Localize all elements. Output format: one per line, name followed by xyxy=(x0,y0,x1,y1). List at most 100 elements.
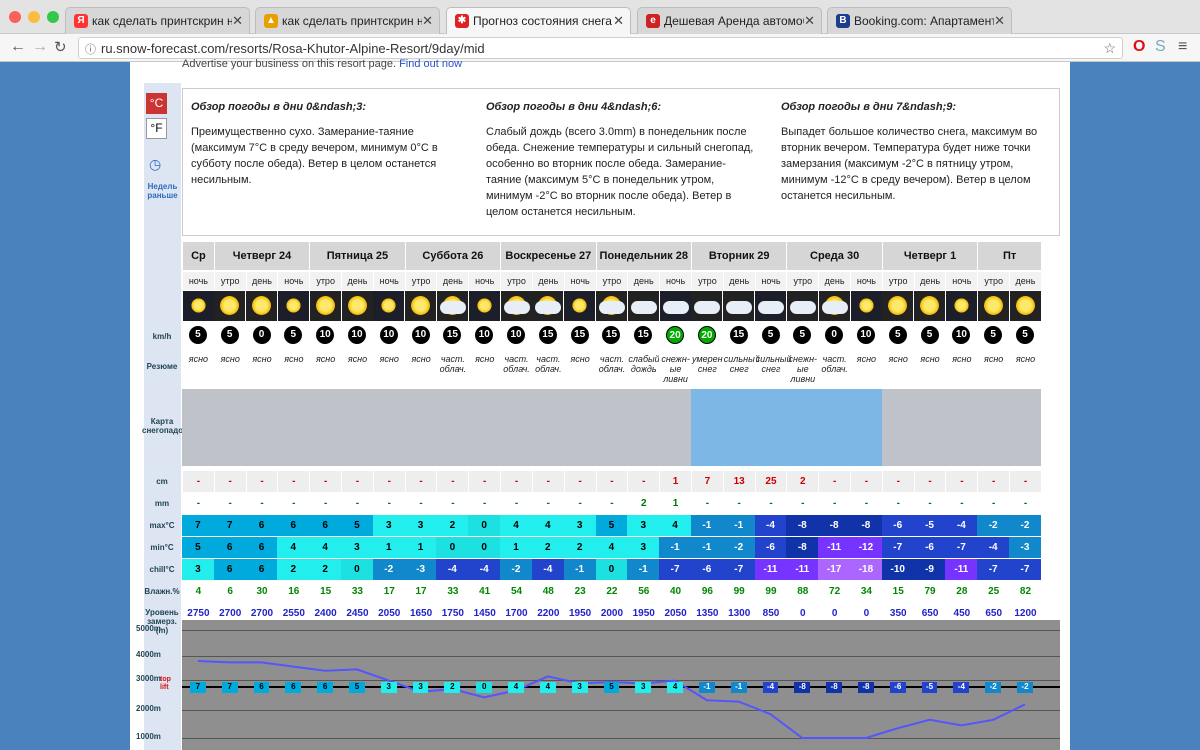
browser-tab[interactable]: ✱ Прогноз состояния снега и п✕ xyxy=(446,7,631,34)
summary-cell: ясно xyxy=(850,350,882,386)
row-label: max°C xyxy=(149,521,175,530)
snow-map[interactable] xyxy=(404,389,437,466)
snow-map[interactable] xyxy=(659,389,691,466)
period-label: день xyxy=(1009,272,1041,290)
sun-icon xyxy=(888,296,908,315)
rain-cell: - xyxy=(468,493,500,514)
minimize-window-icon[interactable] xyxy=(28,11,40,23)
snow-map[interactable] xyxy=(818,389,851,466)
top-lift-temp: 4 xyxy=(508,682,524,693)
snow-map[interactable] xyxy=(595,389,628,466)
bookmark-star-icon[interactable]: ☆ xyxy=(1103,40,1116,57)
sun-icon xyxy=(220,296,240,315)
tab-close-icon[interactable]: ✕ xyxy=(232,13,243,29)
snow-map[interactable] xyxy=(977,389,1010,466)
browser-tab[interactable]: B Booking.com: Апартаменты А✕ xyxy=(827,7,1012,34)
row-label: Влажн.% xyxy=(144,587,180,596)
back-icon[interactable]: ← xyxy=(10,38,26,56)
opera-icon[interactable]: O xyxy=(1133,38,1145,56)
summary-title: Обзор погоды в дни 0&ndash;3: xyxy=(191,101,367,113)
snow-map[interactable] xyxy=(245,389,278,466)
summary-cell: ясно xyxy=(309,350,341,386)
snow-map[interactable] xyxy=(945,389,978,466)
humidity-cell: 23 xyxy=(563,581,596,602)
snow-map[interactable] xyxy=(722,389,755,466)
snow-map[interactable] xyxy=(277,389,310,466)
snow-map[interactable] xyxy=(786,389,819,466)
min-temp-cell: 4 xyxy=(277,537,310,558)
reload-icon[interactable]: ↻ xyxy=(54,38,67,56)
max-temp-cell: -4 xyxy=(945,515,978,536)
top-lift-temp: 5 xyxy=(603,682,620,693)
humidity-cell: 4 xyxy=(182,581,214,602)
snow-cell: - xyxy=(245,471,278,492)
tab-close-icon[interactable]: ✕ xyxy=(422,13,433,29)
min-temp-cell: 5 xyxy=(182,537,214,558)
snow-cell: 13 xyxy=(722,471,755,492)
tab-favicon-icon: B xyxy=(836,14,850,28)
advert-link[interactable]: Find out now xyxy=(399,58,462,70)
day-header: Понедельник 28 xyxy=(595,242,691,270)
min-temp-cell: -11 xyxy=(818,537,851,558)
snow-map[interactable] xyxy=(627,389,660,466)
snow-map[interactable] xyxy=(881,389,914,466)
top-lift-temp: -8 xyxy=(826,682,843,693)
summary-cell: ясно xyxy=(213,350,246,386)
wind-icon: 0 xyxy=(252,326,271,344)
snow-map[interactable] xyxy=(754,389,787,466)
tab-favicon-icon: ▲ xyxy=(264,14,278,28)
snow-map[interactable] xyxy=(500,389,532,466)
summary-cell: ясно xyxy=(468,350,500,386)
cloud-icon xyxy=(821,301,848,314)
weather-icon xyxy=(627,291,659,321)
snow-map[interactable] xyxy=(182,389,214,466)
snow-map[interactable] xyxy=(563,389,596,466)
clock-icon[interactable]: ◷ xyxy=(149,156,161,173)
tab-close-icon[interactable]: ✕ xyxy=(994,13,1005,29)
browser-tab[interactable]: Якак сделать принтскрин на м✕ xyxy=(65,7,250,34)
chill-temp-cell: -2 xyxy=(500,559,532,580)
min-temp-cell: -6 xyxy=(754,537,787,558)
tab-close-icon[interactable]: ✕ xyxy=(613,13,624,29)
humidity-cell: 17 xyxy=(404,581,437,602)
forward-icon[interactable]: → xyxy=(32,38,48,56)
snow-map[interactable] xyxy=(850,389,882,466)
snow-map[interactable] xyxy=(341,389,373,466)
weather-icon xyxy=(468,291,500,321)
snow-map[interactable] xyxy=(436,389,469,466)
info-icon[interactable]: ⓘ xyxy=(85,41,96,57)
snow-map[interactable] xyxy=(213,389,246,466)
snow-map[interactable] xyxy=(468,389,501,466)
snow-cell: - xyxy=(182,471,214,492)
snow-map[interactable] xyxy=(913,389,946,466)
menu-icon[interactable]: ≡ xyxy=(1178,38,1187,56)
wind-icon: 10 xyxy=(411,326,430,344)
snow-map[interactable] xyxy=(372,389,405,466)
celsius-toggle[interactable]: °C xyxy=(146,93,167,114)
period-label: день xyxy=(913,272,946,290)
snow-map[interactable] xyxy=(1009,389,1041,466)
skype-icon[interactable]: S xyxy=(1155,38,1166,56)
fahrenheit-toggle[interactable]: °F xyxy=(146,118,167,139)
close-window-icon[interactable] xyxy=(9,11,21,23)
snow-map[interactable] xyxy=(309,389,342,466)
snow-map[interactable] xyxy=(690,389,723,466)
chill-temp-cell: -17 xyxy=(818,559,851,580)
altitude-label: 1000m xyxy=(136,732,161,741)
chill-temp-cell: -4 xyxy=(531,559,564,580)
max-temp-cell: -1 xyxy=(690,515,723,536)
snow-map[interactable] xyxy=(531,389,564,466)
browser-tab[interactable]: e Дешевая Аренда автомобил✕ xyxy=(637,7,822,34)
wind-icon: 15 xyxy=(602,326,621,344)
address-bar[interactable]: ⓘ ru.snow-forecast.com/resorts/Rosa-Khuto… xyxy=(78,37,1123,59)
summary-cell: ясно xyxy=(913,350,946,386)
previous-weeks-link[interactable]: Недель раньше xyxy=(144,182,181,200)
wind-icon: 10 xyxy=(316,326,335,344)
min-temp-cell: 4 xyxy=(595,537,628,558)
zoom-window-icon[interactable] xyxy=(47,11,59,23)
weather-icon xyxy=(532,291,564,321)
browser-tab[interactable]: ▲ как сделать принтскрин на м✕ xyxy=(255,7,440,34)
tab-close-icon[interactable]: ✕ xyxy=(804,13,815,29)
summary-cell: част. облач. xyxy=(595,350,628,386)
chill-temp-cell: -18 xyxy=(850,559,882,580)
